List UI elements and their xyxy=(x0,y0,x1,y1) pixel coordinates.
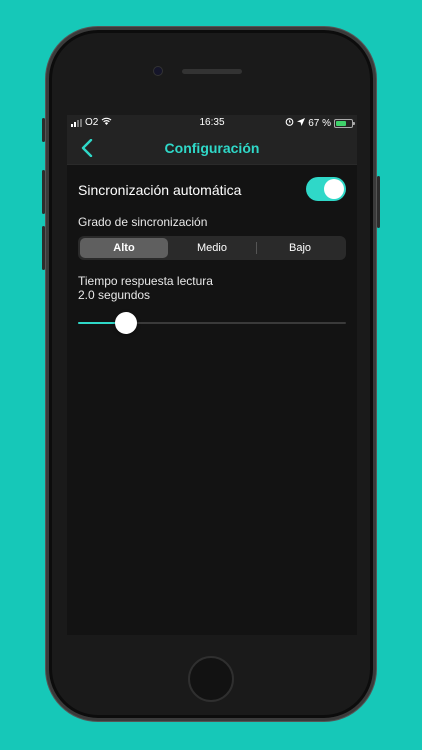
response-time-label: Tiempo respuesta lectura xyxy=(78,274,213,288)
volume-up-button xyxy=(42,170,45,214)
slider-thumb[interactable] xyxy=(115,312,138,334)
page-title: Configuración xyxy=(164,140,260,156)
segment-medio[interactable]: Medio xyxy=(168,238,256,258)
toggle-knob xyxy=(324,179,344,199)
segment-alto[interactable]: Alto xyxy=(80,238,168,258)
auto-sync-label: Sincronización automática xyxy=(78,182,242,198)
response-time-block: Tiempo respuesta lectura 2.0 segundos xyxy=(78,274,213,302)
volume-down-button xyxy=(42,226,45,270)
sync-degree-label: Grado de sincronización xyxy=(78,215,208,229)
location-icon xyxy=(297,117,306,129)
app-screen: O2 16:35 67 % Configuración Sincronizaci… xyxy=(67,115,357,635)
navigation-bar: Configuración xyxy=(67,131,357,165)
sync-degree-segmented-control: Alto Medio Bajo xyxy=(78,236,346,260)
auto-sync-toggle[interactable] xyxy=(306,177,346,201)
battery-fill xyxy=(336,120,347,126)
alarm-icon xyxy=(285,117,294,129)
status-bar: O2 16:35 67 % xyxy=(67,115,357,131)
front-camera xyxy=(153,66,163,76)
earpiece-speaker xyxy=(182,69,242,74)
segment-bajo[interactable]: Bajo xyxy=(256,238,344,258)
battery-percent: 67 % xyxy=(308,117,331,129)
response-time-value: 2.0 segundos xyxy=(78,288,151,302)
home-button[interactable] xyxy=(188,656,234,702)
response-time-slider[interactable] xyxy=(78,311,346,335)
mute-switch xyxy=(42,118,45,142)
auto-sync-row: Sincronización automática xyxy=(78,177,346,203)
status-right: 67 % xyxy=(285,117,355,129)
power-button xyxy=(377,176,380,228)
battery-icon xyxy=(334,118,355,128)
